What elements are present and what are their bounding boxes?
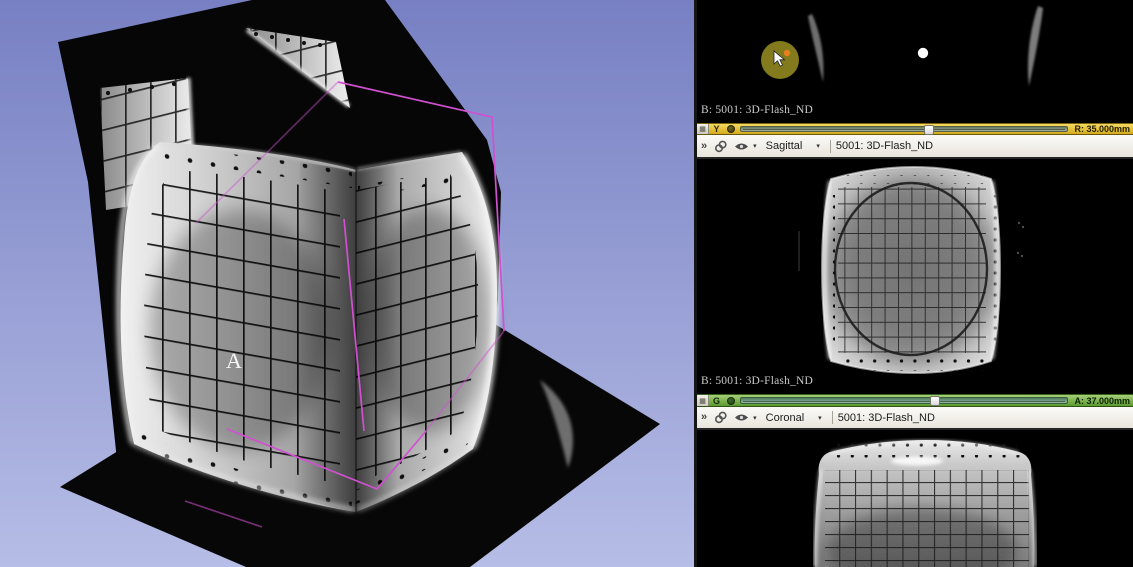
slice-marker-icon[interactable]: [724, 395, 737, 406]
volume-selector[interactable]: 5001: 3D-Flash_ND: [838, 412, 935, 424]
slice-offset-value: R: 35.000mm: [1071, 124, 1133, 134]
expand-toolbar-button[interactable]: »: [700, 412, 708, 423]
pin-icon[interactable]: ▦: [697, 124, 709, 134]
slice-marker-icon[interactable]: [724, 124, 737, 134]
slice-axis-label: Y: [709, 124, 724, 134]
phantom-coronal: [815, 440, 1035, 567]
toolbar-divider: [830, 140, 831, 153]
orientation-marker-anterior: A: [226, 348, 242, 373]
sagittal-slice-image: [697, 159, 1133, 394]
link-icon: [714, 140, 727, 153]
coronal-slice-controller-bar: ▦ G A: 37.000mm: [697, 394, 1133, 407]
slider-track: [743, 401, 1065, 402]
eye-icon: [734, 142, 749, 151]
cursor-highlight: [761, 41, 799, 79]
chevron-down-icon: ▾: [816, 142, 820, 150]
sagittal-background-volume-label: B: 5001: 3D-Flash_ND: [701, 375, 813, 387]
axial-slice-view[interactable]: B: 5001: 3D-Flash_ND: [697, 0, 1133, 123]
crosshair-dot: [784, 50, 790, 56]
slicer-application-window: A B: 5001: 3D-Flash_ND: [0, 0, 1133, 567]
3d-scene-canvas: A: [0, 0, 694, 567]
visibility-button[interactable]: [732, 138, 750, 154]
slice-offset-slider[interactable]: [740, 397, 1068, 404]
visibility-dropdown-arrow[interactable]: ▾: [753, 414, 757, 422]
slider-track: [743, 129, 1065, 130]
chevron-down-icon: ▾: [818, 414, 822, 422]
visibility-button[interactable]: [732, 410, 750, 426]
slice-offset-slider[interactable]: [740, 126, 1068, 132]
orientation-value: Coronal: [766, 412, 805, 424]
orientation-select[interactable]: Coronal ▾: [760, 411, 827, 425]
link-views-button[interactable]: [711, 138, 729, 154]
phantom-sagittal: [798, 167, 1024, 373]
link-icon: [714, 411, 727, 424]
3d-view[interactable]: A: [0, 0, 694, 567]
expand-toolbar-button[interactable]: »: [700, 141, 708, 152]
slice-offset-value: A: 37.000mm: [1071, 395, 1133, 406]
slice-views-panel: B: 5001: 3D-Flash_ND ▦ Y R: 35.000mm »: [694, 0, 1133, 567]
orientation-value: Sagittal: [766, 140, 803, 152]
sagittal-slice-controller-bar: ▦ Y R: 35.000mm: [697, 123, 1133, 135]
slider-handle[interactable]: [924, 125, 934, 135]
coronal-slice-view[interactable]: [697, 430, 1133, 567]
coronal-slice-image: [697, 430, 1133, 567]
volume-selector[interactable]: 5001: 3D-Flash_ND: [836, 140, 933, 152]
slider-handle[interactable]: [930, 396, 940, 406]
orientation-select[interactable]: Sagittal ▾: [760, 139, 825, 153]
slice-axis-label: G: [709, 395, 724, 406]
coronal-toolbar: » ▾ Coronal ▾ 5001: 3D-Flash_N: [697, 407, 1133, 430]
eye-icon: [734, 413, 749, 422]
toolbar-divider: [832, 411, 833, 424]
visibility-dropdown-arrow[interactable]: ▾: [753, 142, 757, 150]
pin-icon[interactable]: ▦: [697, 395, 709, 406]
link-views-button[interactable]: [711, 410, 729, 426]
sagittal-slice-view[interactable]: B: 5001: 3D-Flash_ND: [697, 159, 1133, 394]
fiducial-point[interactable]: [918, 48, 928, 58]
axial-background-volume-label: B: 5001: 3D-Flash_ND: [701, 104, 813, 116]
sagittal-toolbar: » ▾ Sagittal ▾ 5001: 3D-Flash_: [697, 135, 1133, 159]
